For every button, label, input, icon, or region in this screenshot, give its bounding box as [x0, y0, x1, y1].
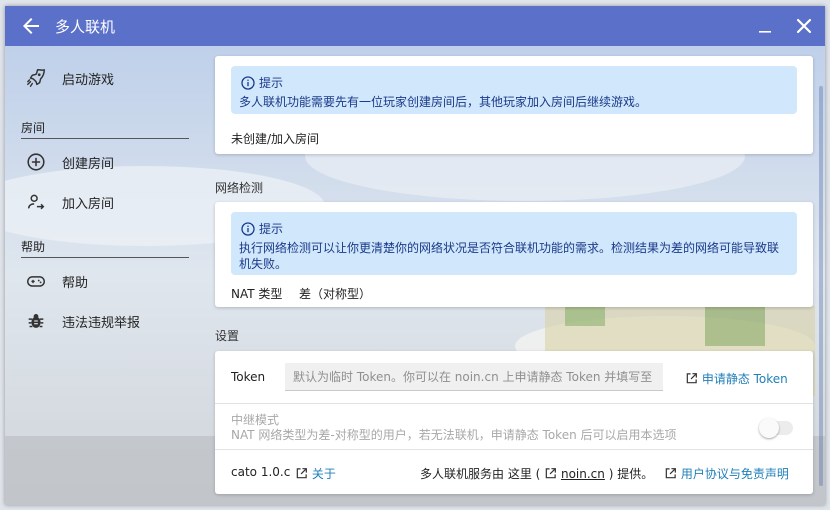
person-arrow-icon [27, 194, 45, 210]
footer-row: cato 1.0.c 关于 多人联机服务由 这里 ( noin.cn ) 提供。… [215, 450, 813, 494]
hint-title: 提示 [259, 76, 284, 90]
sidebar: 启动游戏 房间 创建房间 加入房间 帮助 帮助 违法违规举报 [5, 46, 200, 505]
toggle-knob [759, 418, 779, 438]
sidebar-item-label: 启动游戏 [62, 72, 115, 88]
sidebar-item-label: 加入房间 [62, 196, 115, 212]
sidebar-item-label: 违法违规举报 [62, 315, 141, 331]
settings-section-label: 设置 [215, 329, 240, 343]
scrollbar[interactable] [819, 86, 823, 486]
sidebar-item-help[interactable]: 帮助 [5, 263, 200, 299]
app-window: 多人联机 启动游戏 房间 创建房间 加入房间 帮助 帮助 违法违规举报 提示 多… [5, 6, 825, 505]
title-bar: 多人联机 [5, 6, 825, 46]
network-card: 提示 执行网络检测可以让你更清楚你的网络状况是否符合联机功能的需求。检测结果为差… [215, 202, 813, 307]
back-arrow-icon[interactable] [19, 14, 43, 38]
token-row: Token 申请静态 Token [215, 351, 813, 403]
settings-card: Token 申请静态 Token 中继模式 NAT 网络类型为差-对称型的用户，… [215, 351, 813, 494]
hint-text: 执行网络检测可以让你更清楚你的网络状况是否符合联机功能的需求。检测结果为差的网络… [239, 241, 780, 271]
close-icon[interactable] [793, 15, 815, 37]
provider-text: 多人联机服务由 这里 ( noin.cn ) 提供。 [420, 465, 653, 482]
room-status-text: 未创建/加入房间 [231, 132, 320, 146]
hint-text: 多人联机功能需要先有一位玩家创建房间后，其他玩家加入房间后继续游戏。 [239, 95, 648, 109]
terms-link[interactable]: 用户协议与免责声明 [664, 465, 789, 482]
bug-icon [28, 314, 44, 328]
hint-title: 提示 [259, 222, 284, 236]
external-link-icon [545, 468, 557, 479]
rocket-icon [27, 69, 45, 87]
window-title: 多人联机 [55, 18, 116, 36]
gamepad-icon [27, 276, 45, 287]
sidebar-item-label: 帮助 [62, 275, 89, 291]
external-link-icon [296, 468, 307, 479]
sidebar-item-report[interactable]: 违法违规举报 [5, 303, 200, 339]
network-section-label: 网络检测 [215, 181, 264, 195]
relay-mode-toggle[interactable] [759, 418, 793, 438]
apply-token-link-label: 申请静态 Token [701, 372, 788, 386]
minimize-icon[interactable] [755, 16, 775, 36]
nat-type-label: NAT 类型 [231, 287, 283, 301]
info-icon [241, 75, 255, 90]
sidebar-item-label: 创建房间 [62, 156, 115, 172]
sidebar-item-launch-game[interactable]: 启动游戏 [5, 60, 200, 96]
sidebar-item-create-room[interactable]: 创建房间 [5, 144, 200, 180]
provider-link[interactable]: noin.cn [561, 467, 605, 481]
terms-link-label: 用户协议与免责声明 [680, 467, 789, 481]
provider-prefix: 多人联机服务由 这里 ( [420, 467, 541, 481]
provider-suffix: ) 提供。 [608, 467, 654, 481]
token-label: Token [231, 370, 266, 384]
section-room-heading: 房间 [21, 119, 189, 139]
about-link[interactable]: 关于 [295, 465, 336, 482]
section-help-heading: 帮助 [21, 238, 189, 258]
apply-token-link[interactable]: 申请静态 Token [685, 370, 788, 387]
external-link-icon [686, 373, 697, 384]
token-input[interactable] [285, 363, 663, 391]
relay-mode-row: 中继模式 NAT 网络类型为差-对称型的用户，若无法联机，申请静态 Token … [215, 404, 813, 449]
sidebar-item-join-room[interactable]: 加入房间 [5, 184, 200, 220]
room-hint-box: 提示 多人联机功能需要先有一位玩家创建房间后，其他玩家加入房间后继续游戏。 [231, 66, 797, 114]
external-link-icon [665, 468, 676, 479]
plus-circle-icon [27, 153, 45, 171]
main-content: 提示 多人联机功能需要先有一位玩家创建房间后，其他玩家加入房间后继续游戏。 未创… [215, 46, 815, 505]
about-link-label: 关于 [311, 467, 336, 481]
relay-mode-description: NAT 网络类型为差-对称型的用户，若无法联机，申请静态 Token 后可以启用… [231, 428, 677, 442]
nat-type-value: 差（对称型） [299, 287, 372, 301]
version-text: cato 1.0.c [231, 465, 291, 479]
info-icon [241, 221, 255, 236]
room-status-card: 提示 多人联机功能需要先有一位玩家创建房间后，其他玩家加入房间后继续游戏。 未创… [215, 56, 813, 154]
network-hint-box: 提示 执行网络检测可以让你更清楚你的网络状况是否符合联机功能的需求。检测结果为差… [231, 212, 797, 275]
